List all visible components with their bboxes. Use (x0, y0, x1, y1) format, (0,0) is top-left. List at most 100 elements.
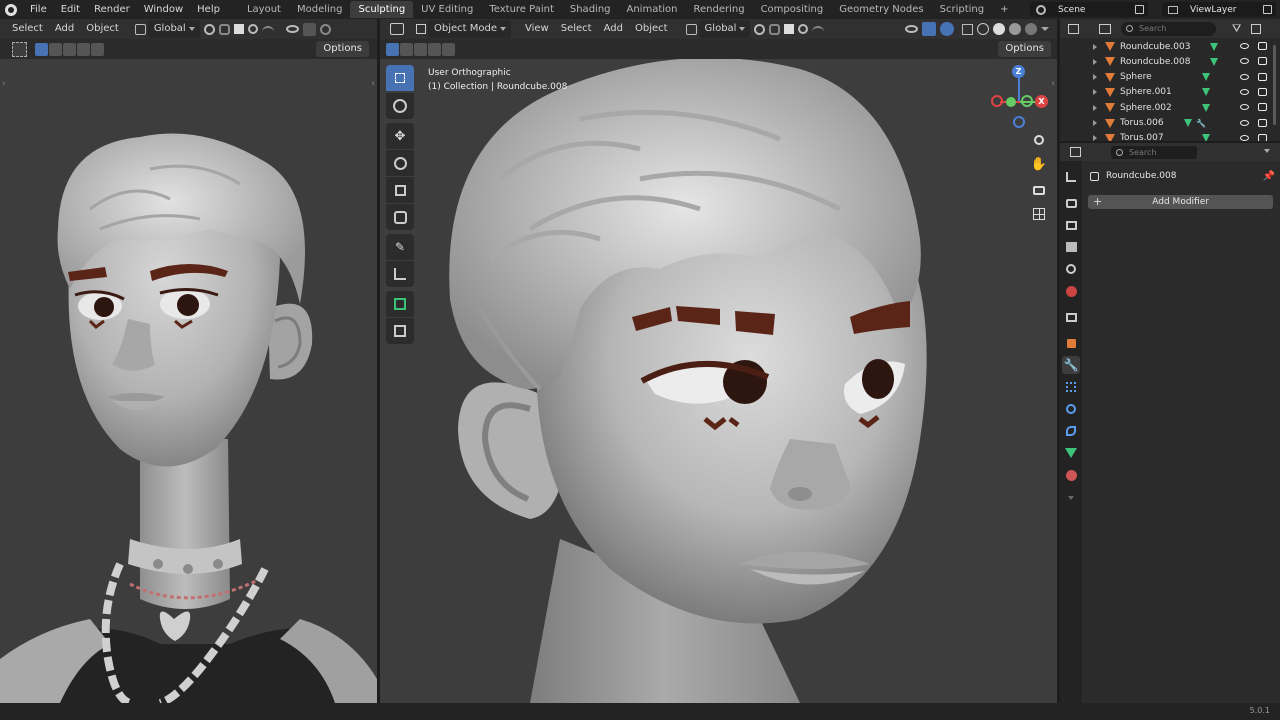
particles-tab[interactable] (1062, 378, 1080, 396)
add-cube-tool[interactable] (386, 291, 414, 317)
main-gizmo-toggle-icon[interactable] (922, 22, 936, 36)
tabs-more[interactable] (1062, 490, 1080, 508)
menu-render[interactable]: Render (87, 0, 137, 19)
main-view-menu[interactable]: View (519, 20, 555, 38)
material-tab[interactable] (1062, 466, 1080, 484)
editor-type-icon[interactable] (390, 23, 404, 35)
tab-shading[interactable]: Shading (562, 1, 619, 18)
select-mode-subtract-icon[interactable] (63, 42, 76, 56)
outliner-search-input[interactable]: Search (1121, 21, 1216, 36)
overlay-icon[interactable] (319, 23, 331, 35)
menu-edit[interactable]: Edit (54, 0, 87, 19)
tab-layout[interactable]: Layout (239, 1, 289, 18)
properties-search-input[interactable]: Search (1111, 145, 1197, 159)
gizmo-icon[interactable] (302, 22, 316, 36)
mesh-data-icon[interactable] (1202, 73, 1210, 82)
visibility-eye-icon[interactable] (1240, 104, 1249, 111)
gizmo-z-axis[interactable]: Z (1012, 65, 1025, 78)
main-object-menu[interactable]: Object (629, 20, 674, 38)
left-add-menu[interactable]: Add (49, 20, 80, 38)
main-overlay-toggle-icon[interactable] (940, 22, 954, 36)
add-object-tool[interactable] (386, 318, 414, 344)
modifier-wrench-icon[interactable]: 🔧 (1196, 119, 1206, 128)
collection-tab[interactable] (1062, 308, 1080, 326)
gizmo-neg-z-axis[interactable] (1013, 116, 1025, 128)
select-box-tool[interactable] (386, 65, 414, 91)
tab-geometry-nodes[interactable]: Geometry Nodes (831, 1, 931, 18)
outliner-editor-icon[interactable] (1068, 23, 1079, 34)
gizmo-neg-x-axis[interactable] (991, 95, 1003, 107)
expand-arrow-icon[interactable] (1093, 120, 1097, 126)
gizmo-x-axis[interactable]: X (1035, 95, 1048, 108)
main-orientation-dropdown[interactable]: Global (698, 20, 751, 38)
main-snap-target-icon[interactable] (784, 24, 795, 34)
visibility-eye-icon[interactable] (1240, 134, 1249, 141)
tab-modeling[interactable]: Modeling (289, 1, 351, 18)
left-viewport[interactable]: › ‹ (0, 59, 377, 703)
tab-scripting[interactable]: Scripting (932, 1, 992, 18)
expand-arrow-icon[interactable] (1093, 58, 1097, 65)
perspective-grid-icon[interactable] (1030, 205, 1048, 223)
shading-wireframe-icon[interactable] (977, 23, 989, 35)
properties-options-icon[interactable] (1264, 148, 1270, 156)
viewlayer-copy-icon[interactable] (1263, 5, 1272, 14)
left-orientation-dropdown[interactable]: Global (147, 20, 200, 38)
outliner-row[interactable]: Roundcube.003 (1083, 39, 1273, 54)
outliner-row[interactable]: Sphere.002 (1083, 100, 1273, 115)
expand-arrow-icon[interactable] (1093, 74, 1097, 81)
tab-uv-editing[interactable]: UV Editing (413, 1, 481, 18)
select-mode-intersect-icon[interactable] (91, 42, 104, 56)
filter-icon[interactable]: ⛛ (1232, 22, 1241, 36)
outliner-row[interactable]: Sphere (1083, 70, 1273, 85)
main-select-mode-invert-icon[interactable] (428, 42, 441, 56)
left-sidebar-collapse-icon[interactable]: ‹ (371, 79, 375, 89)
render-tab[interactable] (1062, 194, 1080, 212)
shading-solid-icon[interactable] (993, 23, 1005, 35)
visibility-eye-icon[interactable] (1240, 119, 1249, 126)
transform-tool[interactable] (386, 204, 414, 230)
tab-rendering[interactable]: Rendering (685, 1, 752, 18)
render-camera-icon[interactable] (1258, 103, 1267, 112)
move-tool[interactable]: ✥ (386, 123, 414, 149)
main-sidebar-collapse-icon[interactable]: ‹ (1051, 79, 1055, 89)
scene-selector[interactable]: Scene (1030, 2, 1148, 17)
tab-animation[interactable]: Animation (619, 1, 686, 18)
menu-help[interactable]: Help (190, 0, 227, 19)
outliner-row[interactable]: Torus.006 🔧 (1083, 116, 1273, 131)
add-workspace-button[interactable]: + (992, 1, 1016, 18)
tab-sculpting[interactable]: Sculpting (350, 1, 414, 18)
select-mode-extend-icon[interactable] (49, 42, 62, 56)
visibility-eye-icon[interactable] (1240, 73, 1249, 80)
pivot-icon[interactable] (203, 23, 215, 35)
add-modifier-button[interactable]: + Add Modifier (1088, 195, 1273, 209)
expand-arrow-icon[interactable] (1093, 89, 1097, 96)
constraints-tab[interactable] (1062, 422, 1080, 440)
mesh-data-icon[interactable] (1202, 88, 1210, 97)
render-camera-icon[interactable] (1258, 72, 1267, 81)
left-object-menu[interactable]: Object (80, 20, 125, 38)
tool-tab[interactable] (1062, 168, 1080, 186)
output-tab[interactable] (1062, 216, 1080, 234)
object-tab[interactable] (1062, 334, 1080, 352)
main-select-mode-subtract-icon[interactable] (414, 42, 427, 56)
navigation-gizmo[interactable]: Z X (988, 65, 1052, 129)
main-add-menu[interactable]: Add (598, 20, 629, 38)
falloff-icon[interactable] (261, 26, 274, 32)
main-select-mode-new-icon[interactable] (386, 42, 399, 56)
main-falloff-icon[interactable] (812, 26, 825, 32)
scene-tab[interactable] (1062, 260, 1080, 278)
xray-toggle-icon[interactable] (962, 23, 973, 35)
zoom-icon[interactable] (1030, 131, 1048, 149)
mesh-data-icon[interactable] (1210, 57, 1219, 66)
main-snap-icon[interactable] (769, 23, 781, 35)
left-options-dropdown[interactable]: Options (316, 41, 369, 57)
cursor-tool[interactable] (386, 93, 414, 119)
render-camera-icon[interactable] (1258, 87, 1267, 96)
measure-tool[interactable] (386, 261, 414, 287)
visibility-icon[interactable] (285, 25, 299, 33)
tab-texture-paint[interactable]: Texture Paint (481, 1, 562, 18)
properties-editor-icon[interactable] (1070, 147, 1081, 157)
physics-tab[interactable] (1062, 400, 1080, 418)
main-viewport[interactable]: User Orthographic (1) Collection | Round… (380, 59, 1057, 703)
camera-view-icon[interactable] (1030, 181, 1048, 199)
